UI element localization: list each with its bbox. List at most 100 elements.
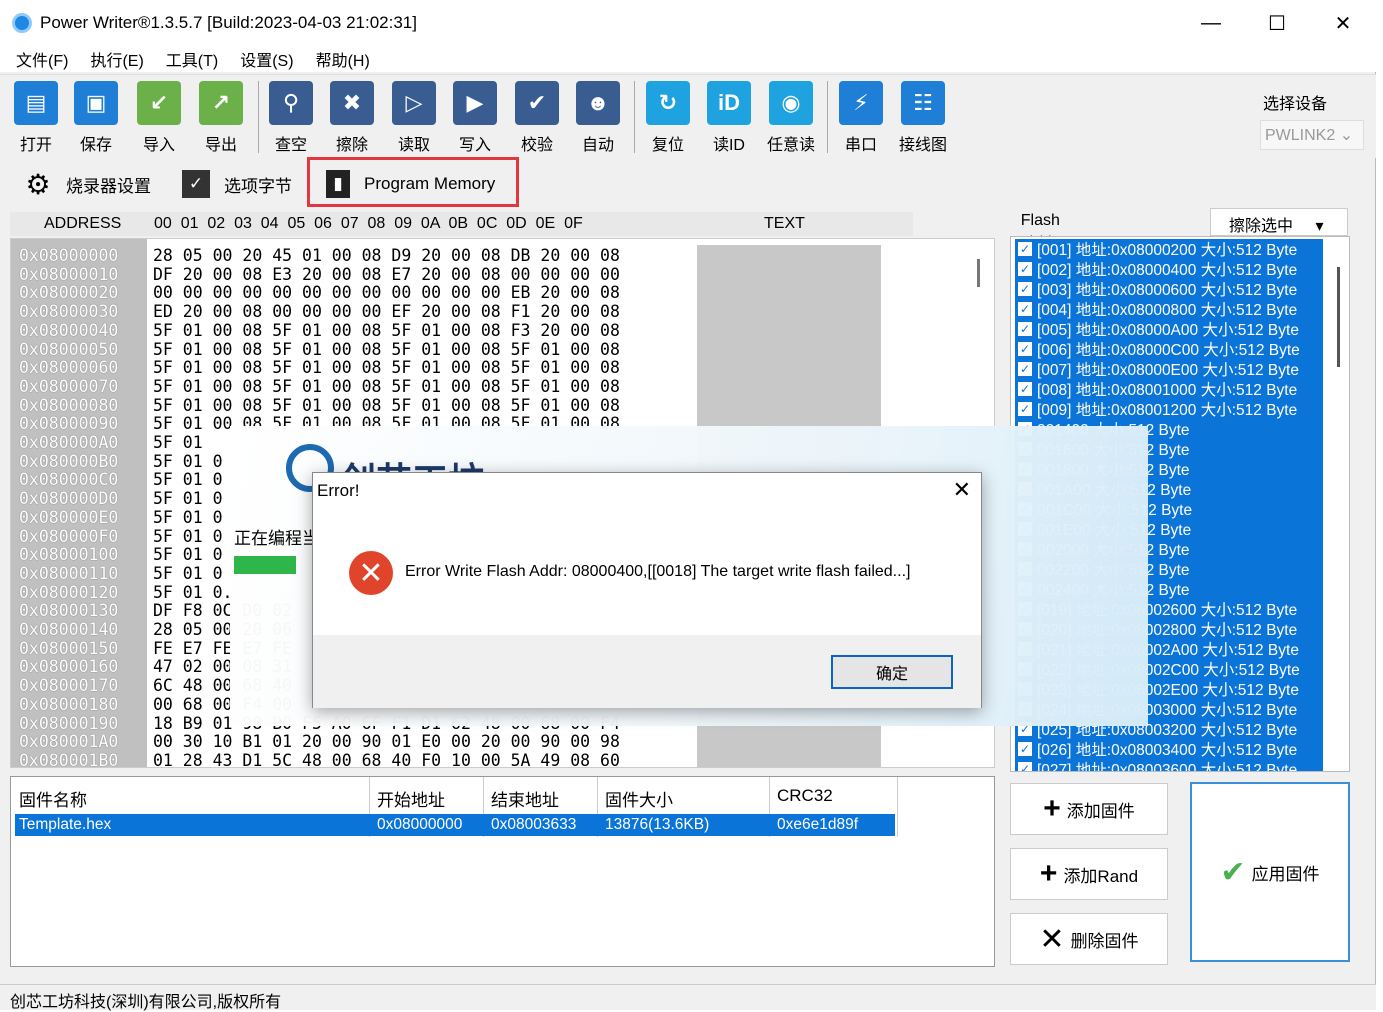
list-item[interactable]: ✓ [026] 地址:0x08003400 大小:512 Byte xyxy=(1015,739,1323,759)
blank-check-button[interactable]: ⚲ 查空 xyxy=(263,81,319,155)
read-icon: ▷ xyxy=(392,81,436,125)
hex-address: 0x08000100 xyxy=(19,545,119,565)
hex-address: 0x080000E0 xyxy=(19,507,119,527)
hex-bytes: 5F 01 00 08 5F 01 00 08 5F 01 00 08 F3 2… xyxy=(153,320,620,340)
checkbox-checked-icon[interactable]: ✓ xyxy=(1017,361,1033,377)
checkbox-checked-icon[interactable]: ✓ xyxy=(1017,381,1033,397)
menu-settings[interactable]: 设置(S) xyxy=(240,47,293,71)
tab-option-bytes[interactable]: ✓ 选项字节 xyxy=(182,162,292,206)
verify-button[interactable]: ✔ 校验 xyxy=(509,81,565,155)
checkbox-checked-icon[interactable]: ✓ xyxy=(1017,741,1033,757)
list-item[interactable]: ✓ [027] 地址:0x08003600 大小:512 Byte xyxy=(1015,759,1323,771)
firmware-table: 固件名称 开始地址 结束地址 固件大小 CRC32 Template.hex 0… xyxy=(10,776,995,967)
menu-file[interactable]: 文件(F) xyxy=(16,47,68,71)
list-item[interactable]: ✓ [006] 地址:0x08000C00 大小:512 Byte xyxy=(1015,339,1323,359)
close-icon: ✕ xyxy=(1039,922,1065,956)
hex-header-columns: 00 01 02 03 04 05 06 07 08 09 0A 0B 0C 0… xyxy=(154,215,583,232)
export-icon: ↗ xyxy=(199,81,243,125)
arbitrary-read-button[interactable]: ◉ 任意读 xyxy=(763,81,819,155)
firmware-table-header: 固件名称 开始地址 结束地址 固件大小 CRC32 xyxy=(11,777,996,813)
hex-scrollbar[interactable] xyxy=(977,259,980,287)
hex-bytes: 5F 01 0 xyxy=(153,563,223,583)
hex-bytes: 5F 01 00 08 5F 01 00 08 5F 01 00 08 5F 0… xyxy=(153,358,620,378)
dialog-title: Error! xyxy=(317,481,360,500)
list-item[interactable]: ✓ [001] 地址:0x08000200 大小:512 Byte xyxy=(1015,239,1323,259)
hex-bytes: 5F 01 xyxy=(153,433,203,452)
list-item[interactable]: ✓ [003] 地址:0x08000600 大小:512 Byte xyxy=(1015,279,1323,299)
erase-button[interactable]: ✖ 擦除 xyxy=(324,81,380,155)
hex-bytes: 28 05 00 20 45 01 00 08 D9 20 00 08 DB 2… xyxy=(153,246,620,265)
maximize-button[interactable]: ☐ xyxy=(1244,0,1310,46)
dialog-ok-button[interactable]: 确定 xyxy=(831,655,953,689)
flash-sector-label: [002] 地址:0x08000400 大小:512 Byte xyxy=(1037,262,1298,279)
dialog-close-button[interactable]: ✕ xyxy=(953,477,971,503)
read-button[interactable]: ▷ 读取 xyxy=(386,81,442,155)
table-row[interactable]: Template.hex 0x08000000 0x08003633 13876… xyxy=(15,814,895,836)
status-bar: 创芯工坊科技(深圳)有限公司,版权所有 xyxy=(0,984,1376,1011)
serial-port-button[interactable]: ⚡ 串口 xyxy=(833,81,889,155)
checkbox-checked-icon[interactable]: ✓ xyxy=(1017,301,1033,317)
checkbox-checked-icon[interactable]: ✓ xyxy=(1017,761,1033,771)
checkbox-checked-icon[interactable]: ✓ xyxy=(1017,321,1033,337)
checkbox-checked-icon[interactable]: ✓ xyxy=(1017,261,1033,277)
save-icon: ▣ xyxy=(74,81,118,125)
hex-address: 0x080000F0 xyxy=(19,526,119,546)
hex-bytes: 5F 01 0 xyxy=(153,507,223,527)
wiring-diagram-button[interactable]: ☷ 接线图 xyxy=(895,81,951,155)
header-firmware-size: 固件大小 xyxy=(605,791,673,810)
device-select[interactable]: PWLINK2 ⌄ xyxy=(1260,120,1364,150)
list-item[interactable]: ✓ [005] 地址:0x08000A00 大小:512 Byte xyxy=(1015,319,1323,339)
menu-bar: 文件(F) 执行(E) 工具(T) 设置(S) 帮助(H) xyxy=(0,46,1376,72)
hex-address: 0x080000C0 xyxy=(19,470,119,490)
flash-sector-label: [003] 地址:0x08000600 大小:512 Byte xyxy=(1037,282,1298,299)
hex-bytes: ED 20 00 08 00 00 00 00 EF 20 00 08 F1 2… xyxy=(153,302,620,322)
minimize-button[interactable]: — xyxy=(1178,0,1244,46)
delete-firmware-button[interactable]: ✕ 删除固件 xyxy=(1010,913,1168,965)
list-item[interactable]: ✓ [007] 地址:0x08000E00 大小:512 Byte xyxy=(1015,359,1323,379)
erase-mode-select[interactable]: 擦除选中 ▾ xyxy=(1210,208,1348,236)
hex-address: 0x08000060 xyxy=(19,358,119,378)
hex-bytes: DF 20 00 08 E3 20 00 08 E7 20 00 08 00 0… xyxy=(153,264,620,284)
hex-address: 0x080000B0 xyxy=(19,451,119,471)
import-button[interactable]: ↙ 导入 xyxy=(131,81,187,155)
checkbox-checked-icon[interactable]: ✓ xyxy=(1017,241,1033,257)
hex-address: 0x08000160 xyxy=(19,657,119,677)
window-title: Power Writer®1.3.5.7 [Build:2023-04-03 2… xyxy=(40,13,417,32)
splash-progress-label: 正在编程当 xyxy=(234,529,319,548)
reset-button[interactable]: ↻ 复位 xyxy=(640,81,696,155)
error-icon: ✕ xyxy=(349,551,393,595)
hex-header-text: TEXT xyxy=(764,215,805,232)
save-button[interactable]: ▣ 保存 xyxy=(68,81,124,155)
read-id-button[interactable]: iD 读ID xyxy=(701,81,757,155)
list-item[interactable]: ✓ [002] 地址:0x08000400 大小:512 Byte xyxy=(1015,259,1323,279)
close-button[interactable]: ✕ xyxy=(1310,0,1376,46)
apply-firmware-button[interactable]: ✔ 应用固件 xyxy=(1190,782,1350,962)
hex-address: 0x080001B0 xyxy=(19,750,119,768)
hex-address: 0x08000140 xyxy=(19,620,119,639)
checkbox-checked-icon[interactable]: ✓ xyxy=(1017,281,1033,297)
erase-icon: ✖ xyxy=(330,81,374,125)
menu-tools[interactable]: 工具(T) xyxy=(166,47,218,71)
tab-programmer-settings[interactable]: ⚙ 烧录器设置 xyxy=(24,162,151,206)
write-button[interactable]: ▶ 写入 xyxy=(447,81,503,155)
list-item[interactable]: ✓ [004] 地址:0x08000800 大小:512 Byte xyxy=(1015,299,1323,319)
checkmark-icon: ✔ xyxy=(1220,855,1246,889)
checkbox-checked-icon[interactable]: ✓ xyxy=(1017,341,1033,357)
add-firmware-button[interactable]: + 添加固件 xyxy=(1010,783,1168,835)
flash-list-scrollbar[interactable] xyxy=(1337,267,1340,367)
hex-address: 0x08000090 xyxy=(19,414,119,434)
menu-execute[interactable]: 执行(E) xyxy=(90,47,143,71)
toolbar-separator xyxy=(827,81,828,153)
export-button[interactable]: ↗ 导出 xyxy=(193,81,249,155)
hex-header: ADDRESS 00 01 02 03 04 05 06 07 08 09 0A… xyxy=(10,212,913,236)
hex-bytes: 5F 01 0. xyxy=(153,582,233,602)
menu-help[interactable]: 帮助(H) xyxy=(316,47,370,71)
auto-button[interactable]: ☻ 自动 xyxy=(570,81,626,155)
checkbox-checked-icon[interactable]: ✓ xyxy=(1017,401,1033,417)
gear-icon: ⚙ xyxy=(25,168,51,200)
add-rand-button[interactable]: + 添加Rand xyxy=(1010,848,1168,900)
hex-address: 0x08000010 xyxy=(19,264,119,284)
open-button[interactable]: ▤ 打开 xyxy=(8,81,64,155)
list-item[interactable]: ✓ [008] 地址:0x08001000 大小:512 Byte xyxy=(1015,379,1323,399)
list-item[interactable]: ✓ [009] 地址:0x08001200 大小:512 Byte xyxy=(1015,399,1323,419)
